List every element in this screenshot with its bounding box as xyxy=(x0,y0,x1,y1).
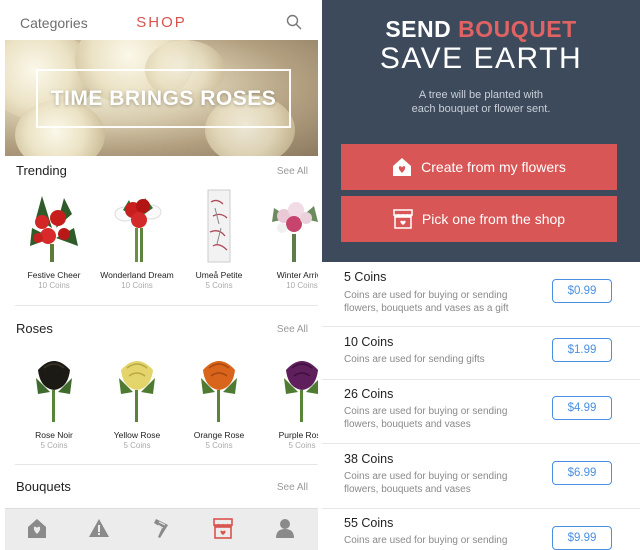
warning-icon[interactable] xyxy=(88,517,110,539)
coin-amount: 55 Coins xyxy=(344,516,394,530)
price-button[interactable]: $4.99 xyxy=(552,396,612,420)
price-button[interactable]: $1.99 xyxy=(552,338,612,362)
product-price: 10 Coins xyxy=(38,281,70,290)
description-line: flowers, bouquets and vases xyxy=(344,419,471,430)
pick-button-label: Pick one from the shop xyxy=(421,211,566,227)
description-line: Coins are used for buying or sending xyxy=(344,290,508,301)
headline-accent: BOUQUET xyxy=(458,16,577,42)
description-line: Coins are used for buying or sending xyxy=(344,535,508,546)
divider xyxy=(15,305,318,306)
description-line: flowers, bouquets and vases xyxy=(344,484,471,495)
product-name: Purple Rose xyxy=(278,430,318,440)
search-icon[interactable] xyxy=(286,14,302,30)
coin-package-row[interactable]: 38 Coins Coins are used for buying or se… xyxy=(322,444,640,509)
winter-arrival-image xyxy=(272,202,318,262)
coin-package-row[interactable]: 5 Coins Coins are used for buying or sen… xyxy=(322,262,640,327)
coin-package-row[interactable]: 10 Coins Coins are used for sending gift… xyxy=(322,327,640,380)
headline-secondary: SAVE EARTH xyxy=(379,42,583,75)
send-screen: SEND BOUQUET SAVE EARTH A tree will be p… xyxy=(322,0,640,550)
price-button[interactable]: $0.99 xyxy=(552,279,612,303)
coin-description: Coins are used for sending gifts xyxy=(344,353,534,366)
wonderland-dream-image xyxy=(114,198,162,262)
section-title-roses: Roses xyxy=(16,321,53,336)
see-all-bouquets-link[interactable]: See All xyxy=(277,482,308,493)
product-name: Rose Noir xyxy=(35,430,73,440)
product-festive-cheer[interactable]: Festive Cheer 10 Coins xyxy=(12,188,96,290)
hero-banner[interactable]: TIME BRINGS ROSES xyxy=(5,40,318,156)
shop-screen: Categories SHOP TIME BRINGS ROSES Trendi… xyxy=(5,0,318,550)
send-banner: SEND BOUQUET SAVE EARTH A tree will be p… xyxy=(322,0,640,262)
headline: SEND BOUQUET xyxy=(322,16,640,43)
price-button[interactable]: $9.99 xyxy=(552,526,612,550)
product-price: 10 Coins xyxy=(286,281,318,290)
product-price: 5 Coins xyxy=(40,441,68,450)
coin-description: Coins are used for buying or sending flo… xyxy=(344,405,534,431)
coin-amount: 5 Coins xyxy=(344,270,387,284)
rose-noir-image xyxy=(36,361,72,422)
product-purple-rose[interactable]: Purple Rose 5 Coins xyxy=(260,348,318,450)
bouquet-icon[interactable] xyxy=(150,517,172,539)
purple-rose-image xyxy=(284,361,318,422)
product-name: Winter Arrival xyxy=(276,270,318,280)
product-price: 5 Coins xyxy=(288,441,316,450)
coin-package-row[interactable]: 26 Coins Coins are used for buying or se… xyxy=(322,380,640,444)
product-name: Orange Rose xyxy=(193,430,245,440)
coin-package-row[interactable]: 55 Coins Coins are used for buying or se… xyxy=(322,509,640,550)
description-line: Coins are used for buying or sending xyxy=(344,406,508,417)
product-price: 5 Coins xyxy=(123,441,151,450)
coin-description: Coins are used for buying or sending flo… xyxy=(344,289,534,315)
product-name: Festive Cheer xyxy=(27,270,81,280)
section-title-bouquets: Bouquets xyxy=(16,479,71,494)
tab-bar xyxy=(5,508,318,550)
hero-frame: TIME BRINGS ROSES xyxy=(36,69,291,128)
coin-amount: 26 Coins xyxy=(344,387,394,401)
subtitle: A tree will be planted with each bouquet… xyxy=(322,88,640,116)
product-price: 5 Coins xyxy=(205,441,233,450)
product-yellow-rose[interactable]: Yellow Rose 5 Coins xyxy=(95,348,179,450)
coin-amount: 10 Coins xyxy=(344,335,394,349)
orange-rose-image xyxy=(201,361,237,422)
umea-petite-image xyxy=(207,189,231,263)
product-winter-arrival[interactable]: Winter Arrival 10 Coins xyxy=(260,188,318,290)
product-wonderland-dream[interactable]: Wonderland Dream 10 Coins xyxy=(95,188,179,290)
description-line: Coins are used for buying or sending xyxy=(344,471,508,482)
section-title-trending: Trending xyxy=(16,163,67,178)
product-price: 5 Coins xyxy=(205,281,233,290)
product-price: 10 Coins xyxy=(121,281,153,290)
profile-icon[interactable] xyxy=(274,517,296,539)
yellow-rose-image xyxy=(119,361,155,422)
home-icon[interactable] xyxy=(26,517,48,539)
coin-description: Coins are used for buying or sending flo… xyxy=(344,470,534,496)
shop-header: Categories SHOP xyxy=(5,0,318,40)
headline-part1: SEND xyxy=(385,16,459,42)
product-rose-noir[interactable]: Rose Noir 5 Coins xyxy=(12,348,96,450)
festive-cheer-image xyxy=(30,196,78,262)
see-all-trending-link[interactable]: See All xyxy=(277,166,308,177)
create-button-label: Create from my flowers xyxy=(421,159,566,175)
description-line: flowers, bouquets and vases as a gift xyxy=(344,303,509,314)
shop-icon xyxy=(393,209,413,229)
product-name: Wonderland Dream xyxy=(100,270,174,280)
create-from-my-flowers-button[interactable]: Create from my flowers xyxy=(341,144,617,190)
coin-description: Coins are used for buying or sending xyxy=(344,534,534,547)
subtitle-line: A tree will be planted with xyxy=(418,89,544,101)
product-umea-petite[interactable]: Umeå Petite 5 Coins xyxy=(177,188,261,290)
page-title: SHOP xyxy=(136,14,187,31)
product-name: Umeå Petite xyxy=(195,270,243,280)
coin-amount: 38 Coins xyxy=(344,452,394,466)
price-button[interactable]: $6.99 xyxy=(552,461,612,485)
product-name: Yellow Rose xyxy=(113,430,161,440)
divider xyxy=(15,464,318,465)
pick-from-shop-button[interactable]: Pick one from the shop xyxy=(341,196,617,242)
hero-caption: TIME BRINGS ROSES xyxy=(50,86,277,110)
product-orange-rose[interactable]: Orange Rose 5 Coins xyxy=(177,348,261,450)
see-all-roses-link[interactable]: See All xyxy=(277,324,308,335)
subtitle-line: each bouquet or flower sent. xyxy=(411,103,551,115)
shop-icon[interactable] xyxy=(212,517,234,539)
home-icon xyxy=(393,158,412,176)
description-line: Coins are used for sending gifts xyxy=(344,354,485,365)
